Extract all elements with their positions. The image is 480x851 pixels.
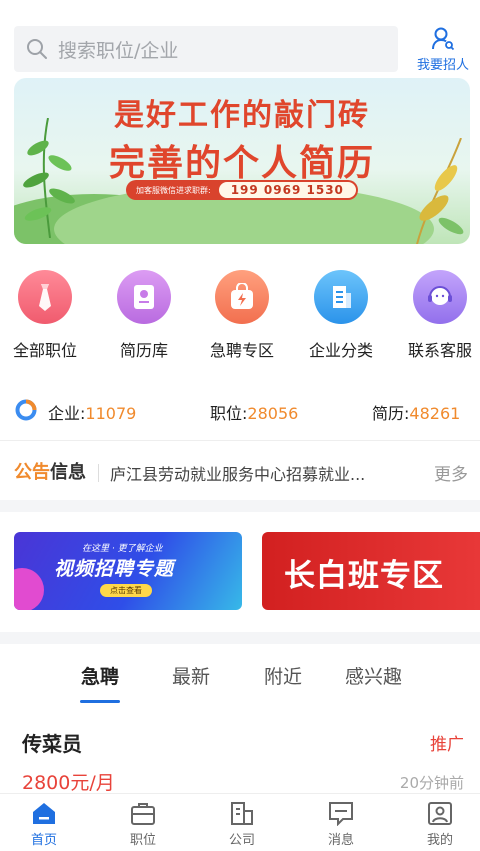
promo-view-button[interactable]: 点击查看 — [100, 584, 152, 597]
promo-subtitle: 在这里 · 更了解企业 — [82, 544, 163, 554]
job-title: 传菜员 — [22, 732, 82, 756]
add-person-icon — [432, 27, 455, 51]
stats-ring-icon — [15, 399, 37, 421]
hero-banner[interactable]: 是好工作的敲门砖 完善的个人简历 加客服微信进求职群: 199 0969 153… — [14, 78, 470, 244]
wechat-number: 199 0969 1530 — [218, 182, 356, 198]
announcement-tag: 公告信息 — [14, 458, 86, 484]
category-label: 企业分类 — [308, 341, 373, 360]
building-icon — [314, 270, 368, 324]
company-icon — [231, 802, 253, 825]
section-gap — [0, 632, 480, 644]
category-label: 急聘专区 — [209, 341, 274, 360]
category-urgent[interactable]: 急聘专区 — [194, 270, 290, 361]
promo-title: 视频招聘专题 — [54, 558, 175, 580]
announcement-bar[interactable]: 公告信息 庐江县劳动就业服务中心招募就业... 更多 — [0, 452, 480, 492]
bottom-nav: 首页 职位 公司 消息 我的 — [0, 793, 480, 851]
resume-book-icon — [117, 270, 171, 324]
search-icon — [27, 39, 47, 59]
stat-label: 企业: — [48, 404, 86, 423]
promote-badge: 推广 — [430, 735, 464, 755]
tab-interested[interactable]: 感兴趣 — [345, 662, 402, 689]
profile-icon — [428, 802, 452, 825]
job-time: 20分钟前 — [399, 774, 464, 792]
banner-headline-2: 完善的个人简历 — [108, 142, 375, 184]
nav-label: 公司 — [228, 833, 255, 848]
tab-urgent[interactable]: 急聘 — [81, 662, 119, 689]
category-label: 联系客服 — [407, 341, 472, 360]
stat-value: 28056 — [247, 404, 299, 423]
stat-label: 简历: — [372, 404, 410, 423]
wechat-label: 加客服微信进求职群: — [136, 185, 211, 195]
nav-messages[interactable]: 消息 — [311, 800, 371, 848]
divider — [98, 464, 99, 482]
search-placeholder: 搜索职位/企业 — [58, 39, 179, 62]
job-tabs: 急聘 最新 附近 感兴趣 — [0, 644, 480, 704]
nav-home[interactable]: 首页 — [14, 800, 74, 848]
stat-jobs: 职位:28056 — [210, 400, 298, 424]
announcement-text[interactable]: 庐江县劳动就业服务中心招募就业... — [110, 461, 400, 485]
stat-value: 11079 — [85, 404, 137, 423]
promo-changbai[interactable]: 长白班专区 — [262, 532, 480, 610]
category-customer-service[interactable]: 联系客服 — [392, 270, 480, 361]
category-label: 全部职位 — [12, 341, 77, 360]
briefcase-icon — [131, 803, 155, 825]
stat-value: 48261 — [409, 404, 461, 423]
job-salary: 2800元/月 — [22, 772, 115, 794]
category-label: 简历库 — [119, 341, 168, 360]
recruit-button[interactable]: 我要招人 — [410, 26, 476, 74]
tab-nearby[interactable]: 附近 — [264, 662, 302, 689]
promo-title: 长白班专区 — [284, 558, 444, 594]
announcement-tag-a: 公告 — [14, 462, 50, 483]
promo-video-recruitment[interactable]: 在这里 · 更了解企业 视频招聘专题 点击查看 — [14, 532, 242, 610]
category-company-types[interactable]: 企业分类 — [293, 270, 389, 361]
stat-companies: 企业:11079 — [48, 400, 136, 424]
category-grid: 全部职位 简历库 急聘专区 企业分类 联系客服 — [0, 270, 480, 366]
stats-row: 企业:11079 职位:28056 简历:48261 — [0, 392, 480, 428]
nav-label: 职位 — [129, 833, 156, 848]
nav-label: 消息 — [327, 833, 354, 848]
recruit-label: 我要招人 — [416, 58, 469, 73]
section-gap — [0, 500, 480, 512]
active-tab-indicator — [80, 700, 120, 703]
home-icon — [33, 803, 55, 824]
message-icon — [329, 802, 353, 826]
divider — [0, 440, 480, 441]
nav-label: 首页 — [30, 833, 57, 848]
nav-company[interactable]: 公司 — [212, 800, 272, 848]
tie-icon — [18, 270, 72, 324]
stat-resumes: 简历:48261 — [372, 400, 460, 424]
stat-label: 职位: — [210, 404, 248, 423]
search-bar[interactable]: 搜索职位/企业 — [14, 26, 398, 72]
nav-profile[interactable]: 我的 — [410, 800, 470, 848]
customer-service-icon — [413, 270, 467, 324]
top-header: 搜索职位/企业 我要招人 — [0, 0, 480, 78]
category-resume-library[interactable]: 简历库 — [96, 270, 192, 361]
nav-label: 我的 — [426, 833, 453, 848]
more-link[interactable]: 更多 — [434, 460, 468, 485]
announcement-tag-b: 信息 — [50, 462, 86, 483]
urgent-bag-icon — [215, 270, 269, 324]
job-card[interactable]: 传菜员 推广 2800元/月 20分钟前 — [0, 716, 480, 796]
banner-headline-1: 是好工作的敲门砖 — [114, 98, 370, 133]
wechat-pill: 加客服微信进求职群: 199 0969 1530 — [126, 180, 358, 200]
promo-blob-decoration — [14, 568, 44, 610]
category-all-jobs[interactable]: 全部职位 — [0, 270, 93, 361]
nav-jobs[interactable]: 职位 — [113, 800, 173, 848]
tab-latest[interactable]: 最新 — [172, 662, 210, 689]
